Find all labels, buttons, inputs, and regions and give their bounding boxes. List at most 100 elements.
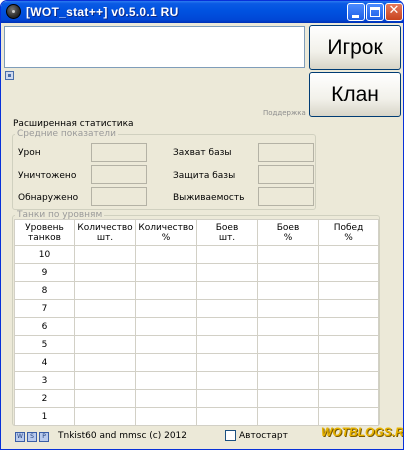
table-cell: [257, 389, 319, 408]
app-icon[interactable]: [6, 4, 21, 19]
table-cell: [196, 353, 258, 372]
base-capture-label: Захват базы: [173, 148, 232, 158]
table-cell: [318, 371, 379, 390]
table-cell: [135, 353, 197, 372]
base-defense-field: [258, 165, 314, 184]
table-row[interactable]: 6: [14, 317, 379, 336]
player-button[interactable]: Игрок: [309, 25, 401, 70]
column-header-wins-percent[interactable]: Побед%: [318, 219, 379, 246]
maximize-button[interactable]: [366, 3, 384, 21]
table-row[interactable]: 8: [14, 281, 379, 300]
level-cell: 8: [14, 281, 75, 300]
table-cell: [318, 299, 379, 318]
table-cell: [257, 245, 319, 264]
level-cell: 6: [14, 317, 75, 336]
table-cell: [318, 317, 379, 336]
column-header-count-percent[interactable]: Количество%: [135, 219, 197, 246]
table-row[interactable]: 2: [14, 389, 379, 408]
table-cell: [74, 263, 136, 282]
app-window: [WOT_stat++] v0.5.0.1 RU ✕ Игрок Клан По…: [0, 0, 404, 450]
title-bar[interactable]: [WOT_stat++] v0.5.0.1 RU ✕: [1, 1, 403, 23]
mini-button-s[interactable]: S: [27, 432, 37, 442]
damage-label: Урон: [18, 148, 41, 158]
survivability-field: [258, 187, 314, 206]
minimize-button[interactable]: [347, 3, 365, 21]
table-cell: [318, 281, 379, 300]
table-cell: [318, 407, 379, 426]
column-header-level[interactable]: Уровень танков: [14, 219, 75, 246]
table-row[interactable]: 9: [14, 263, 379, 282]
autostart-label[interactable]: Автостарт: [239, 431, 288, 441]
column-header-battles-percent[interactable]: Боев%: [257, 219, 319, 246]
damage-field: [91, 143, 147, 162]
table-row[interactable]: 3: [14, 371, 379, 390]
player-name-input[interactable]: [4, 26, 305, 68]
table-cell: [135, 389, 197, 408]
table-row[interactable]: 5: [14, 335, 379, 354]
table-cell: [257, 353, 319, 372]
table-cell: [257, 335, 319, 354]
table-cell: [135, 299, 197, 318]
column-header-line1: Боев: [276, 222, 300, 233]
column-header-line2: %: [283, 232, 293, 243]
table-cell: [74, 281, 136, 300]
column-header-line1: Уровень: [25, 222, 64, 233]
level-cell: 7: [14, 299, 75, 318]
table-header-row: Уровень танков Количество шт. Количество% …: [14, 219, 379, 246]
column-header-count[interactable]: Количество шт.: [74, 219, 136, 246]
column-header-line1: Количество: [77, 222, 133, 233]
detected-field: [91, 187, 147, 206]
table-cell: [74, 299, 136, 318]
table-cell: [196, 299, 258, 318]
table-cell: [257, 317, 319, 336]
settings-icon[interactable]: [5, 71, 14, 80]
level-cell: 2: [14, 389, 75, 408]
support-link[interactable]: Поддержка: [263, 109, 306, 117]
column-header-line2: шт.: [96, 232, 114, 243]
survivability-label: Выживаемость: [173, 193, 245, 203]
level-cell: 5: [14, 335, 75, 354]
table-cell: [74, 245, 136, 264]
mini-button-w[interactable]: W: [15, 432, 25, 442]
table-cell: [135, 317, 197, 336]
table-cell: [196, 407, 258, 426]
table-row[interactable]: 4: [14, 353, 379, 372]
base-defense-label: Защита базы: [173, 171, 236, 181]
table-cell: [318, 263, 379, 282]
table-cell: [318, 245, 379, 264]
column-header-line2: танков: [28, 232, 61, 243]
column-header-battles[interactable]: Боев шт.: [196, 219, 258, 246]
level-cell: 1: [14, 407, 75, 426]
table-cell: [74, 353, 136, 372]
tanks-by-level-table[interactable]: Уровень танков Количество шт. Количество% …: [14, 219, 379, 426]
table-cell: [74, 371, 136, 390]
table-cell: [196, 317, 258, 336]
table-row[interactable]: 1: [14, 407, 379, 426]
level-cell: 9: [14, 263, 75, 282]
window-title: [WOT_stat++] v0.5.0.1 RU: [26, 5, 179, 19]
table-cell: [135, 245, 197, 264]
table-cell: [318, 389, 379, 408]
clan-button[interactable]: Клан: [309, 72, 401, 117]
table-cell: [257, 263, 319, 282]
table-cell: [135, 407, 197, 426]
level-cell: 10: [14, 245, 75, 264]
table-cell: [257, 281, 319, 300]
copyright-text: Tnkist60 and mmsc (c) 2012: [58, 431, 188, 441]
table-row[interactable]: 10: [14, 245, 379, 264]
table-cell: [257, 371, 319, 390]
table-cell: [257, 299, 319, 318]
table-cell: [135, 281, 197, 300]
close-button[interactable]: ✕: [385, 3, 403, 21]
maximize-icon: [370, 7, 380, 17]
autostart-checkbox[interactable]: [225, 430, 236, 441]
table-cell: [74, 407, 136, 426]
table-row[interactable]: 7: [14, 299, 379, 318]
column-header-line2: %: [344, 232, 353, 243]
table-cell: [257, 407, 319, 426]
table-cell: [74, 335, 136, 354]
mini-button-p[interactable]: P: [39, 432, 49, 442]
table-cell: [318, 335, 379, 354]
table-cell: [135, 335, 197, 354]
table-cell: [196, 371, 258, 390]
